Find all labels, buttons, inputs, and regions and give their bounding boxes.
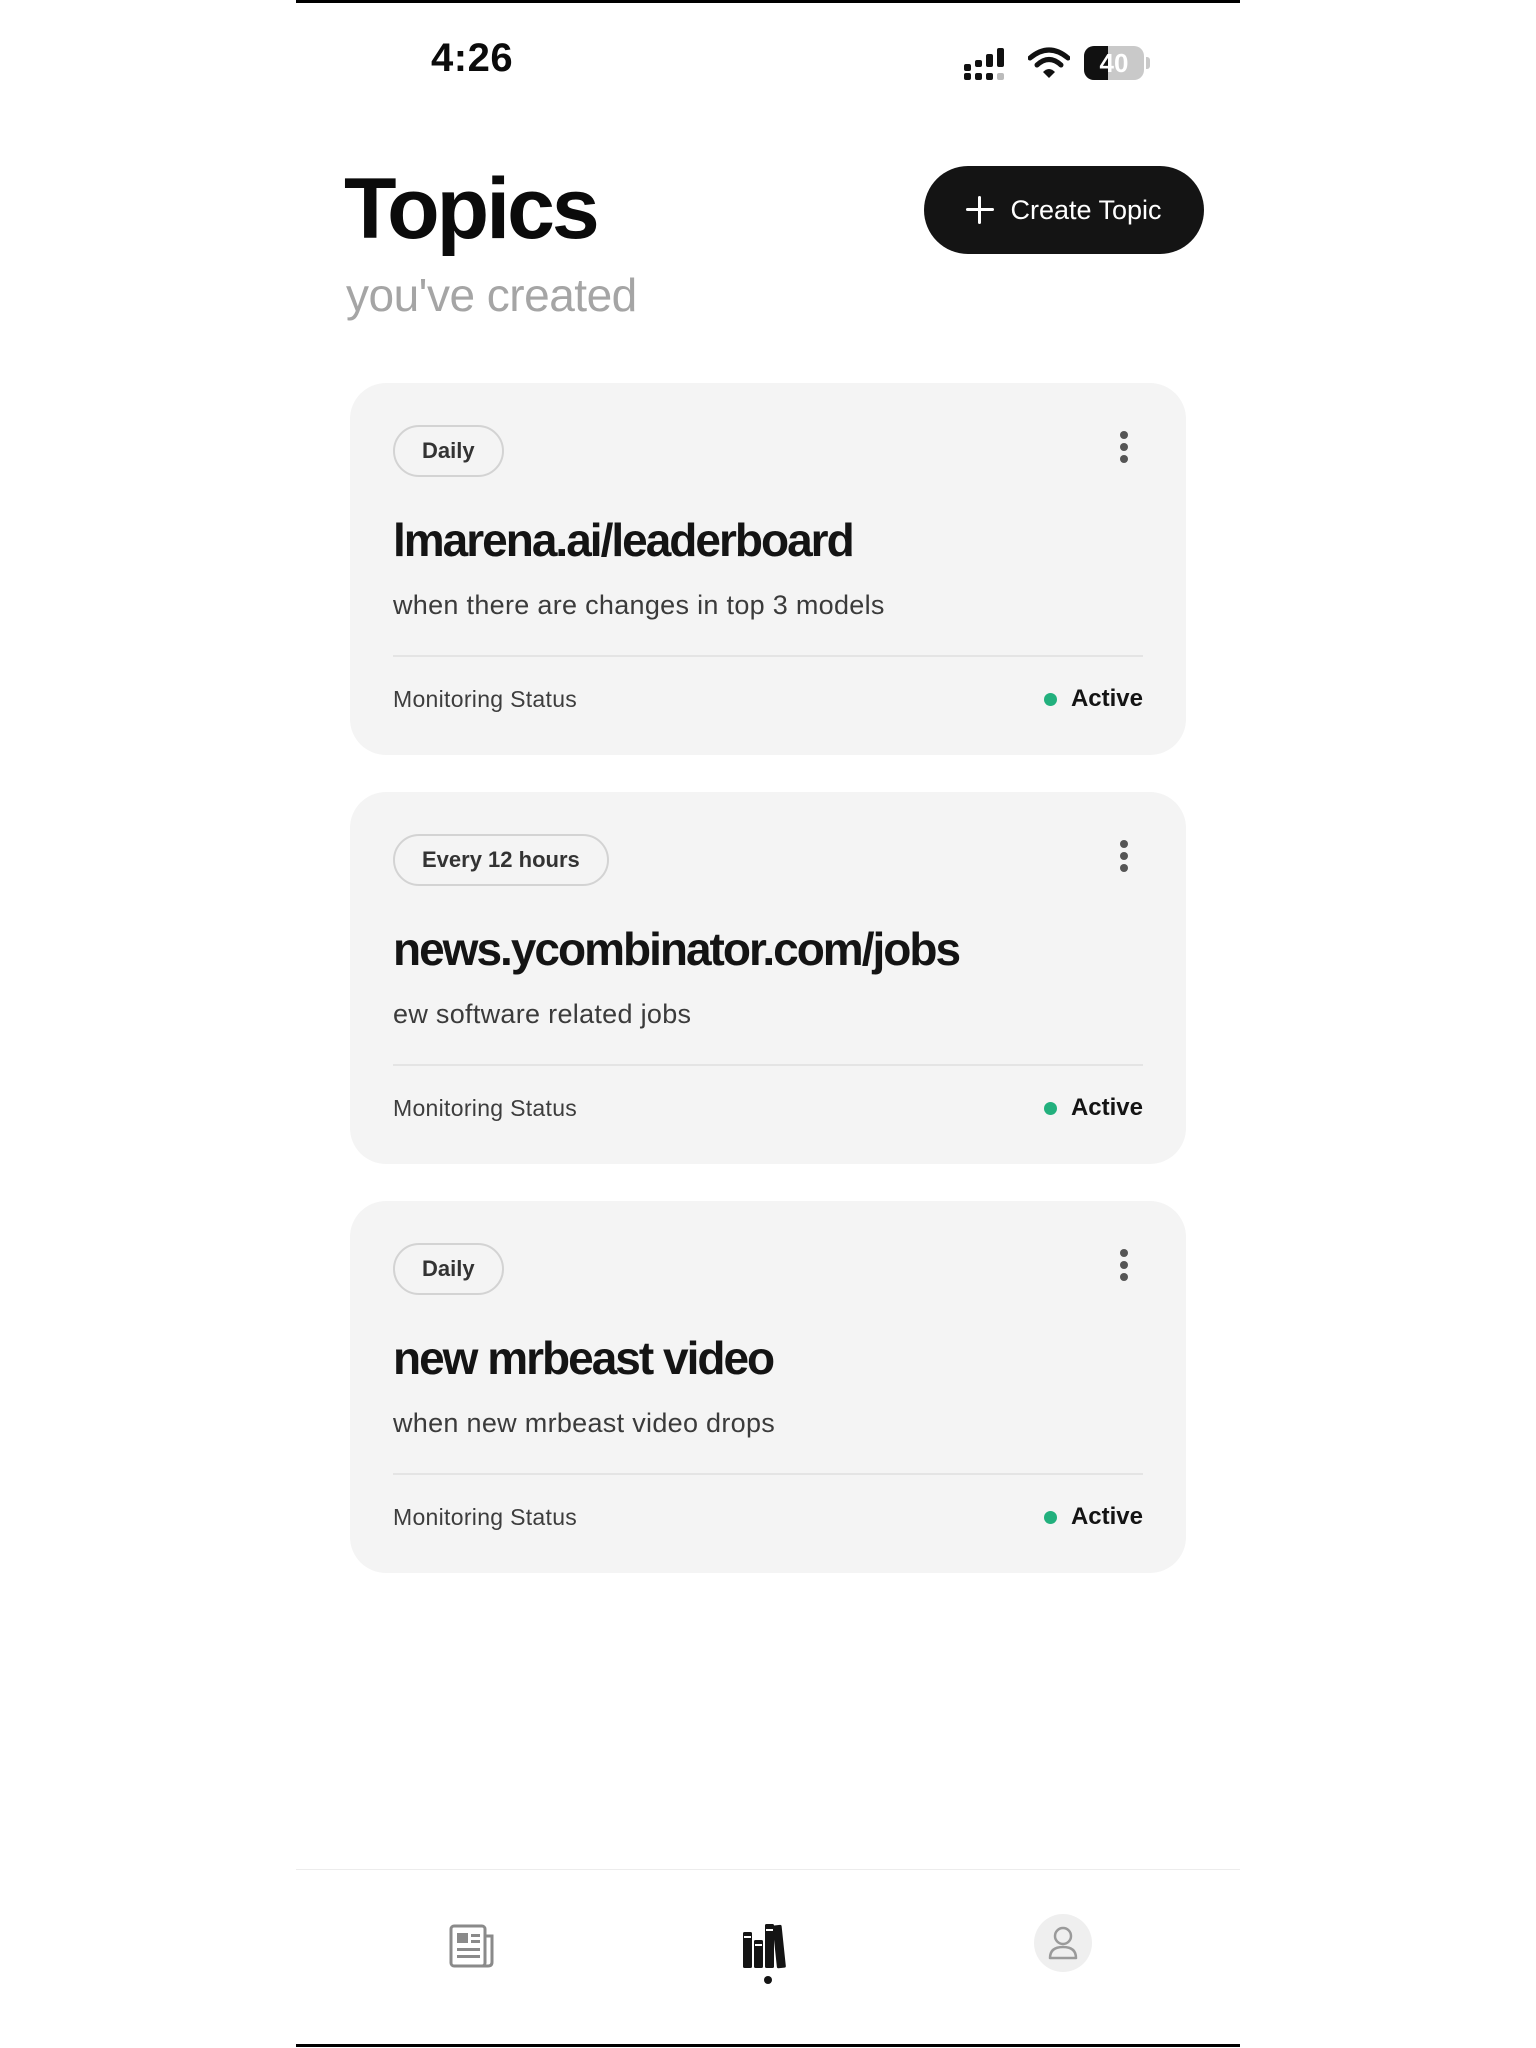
active-dot-icon (1043, 692, 1057, 706)
status-indicator: Active (1043, 1094, 1143, 1122)
nav-feed-tab[interactable] (440, 1914, 504, 1978)
active-tab-indicator (764, 1976, 772, 1984)
active-dot-icon (1043, 1510, 1057, 1524)
battery-percent: 40 (1099, 47, 1129, 78)
monitoring-status-label: Monitoring Status (393, 1504, 578, 1530)
plus-icon (966, 196, 995, 224)
topic-description: when there are changes in top 3 models (393, 590, 885, 620)
frequency-badge: Every 12 hours (393, 834, 609, 886)
wifi-icon (1028, 47, 1070, 78)
active-dot-icon (1043, 1101, 1057, 1115)
status-text: Active (1070, 1094, 1143, 1121)
nav-profile-tab[interactable] (1034, 1914, 1092, 1972)
nav-topics-tab[interactable] (735, 1914, 799, 1978)
more-options-icon[interactable] (1112, 840, 1136, 880)
topic-description: ew software related jobs (393, 999, 692, 1029)
topic-title: lmarena.ai/leaderboard (393, 514, 855, 566)
status-indicator: Active (1043, 685, 1143, 713)
status-indicator: Active (1043, 1503, 1143, 1531)
monitoring-status-label: Monitoring Status (393, 1095, 578, 1121)
profile-icon (1048, 1926, 1078, 1960)
create-topic-label: Create Topic (1010, 194, 1162, 225)
frequency-badge: Daily (393, 1243, 504, 1295)
topic-description: when new mrbeast video drops (393, 1408, 776, 1438)
topic-card[interactable]: Daily new mrbeast video when new mrbeast… (350, 1201, 1186, 1573)
card-divider (393, 1064, 1143, 1066)
cellular-signal-icon (964, 48, 1004, 80)
top-frame-line (296, 0, 1240, 3)
status-text: Active (1070, 685, 1143, 712)
page-subtitle: you've created (346, 269, 637, 321)
status-time: 4:26 (431, 36, 514, 80)
status-icons: 40 (964, 46, 1150, 80)
bottom-frame-line (296, 2044, 1240, 2047)
card-divider (393, 655, 1143, 657)
page-title: Topics (344, 161, 600, 257)
battery-icon: 40 (1084, 46, 1144, 80)
card-divider (393, 1473, 1143, 1475)
monitoring-status-label: Monitoring Status (393, 686, 578, 712)
topic-card[interactable]: Daily lmarena.ai/leaderboard when there … (350, 383, 1186, 755)
battery-tip (1146, 57, 1150, 69)
newspaper-icon (449, 1924, 494, 1968)
frequency-badge: Daily (393, 425, 504, 477)
topic-card[interactable]: Every 12 hours news.ycombinator.com/jobs… (350, 792, 1186, 1164)
create-topic-button[interactable]: Create Topic (924, 166, 1204, 254)
status-text: Active (1070, 1503, 1143, 1530)
library-icon (743, 1924, 786, 1969)
more-options-icon[interactable] (1112, 1249, 1136, 1289)
nav-divider (296, 1869, 1240, 1870)
topic-title: new mrbeast video (393, 1332, 775, 1384)
more-options-icon[interactable] (1112, 431, 1136, 471)
topic-title: news.ycombinator.com/jobs (393, 923, 961, 975)
